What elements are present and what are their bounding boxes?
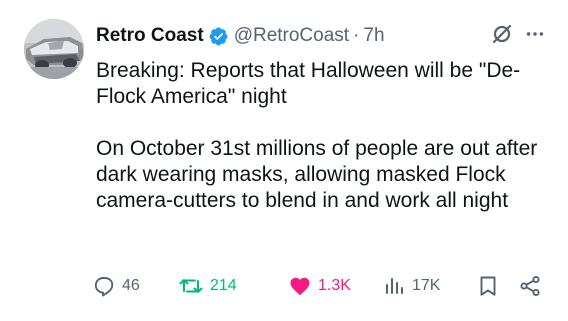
grok-icon[interactable] <box>490 22 514 46</box>
tweet-actions: 46 214 1.3K 17K <box>92 269 548 303</box>
more-icon[interactable] <box>524 23 546 45</box>
share-icon <box>518 274 542 298</box>
separator-dot: · <box>353 25 360 46</box>
views-button[interactable]: 17K <box>382 274 440 298</box>
like-button[interactable]: 1.3K <box>288 274 351 298</box>
tweet-text: Breaking: Reports that Halloween will be… <box>96 58 546 214</box>
share-button[interactable] <box>518 274 542 298</box>
retweet-count: 214 <box>210 277 237 294</box>
tweet: Retro Coast @RetroCoast · 7h Breaking: R… <box>0 0 568 321</box>
tweet-time[interactable]: 7h <box>363 25 384 47</box>
heart-icon <box>288 274 312 298</box>
reply-button[interactable]: 46 <box>92 274 140 298</box>
bookmark-icon <box>476 274 500 298</box>
tweet-header: Retro Coast @RetroCoast · 7h <box>96 23 385 49</box>
retweet-button[interactable]: 214 <box>178 274 237 298</box>
author-handle[interactable]: @RetroCoast <box>234 25 349 47</box>
verified-badge-icon <box>208 26 229 47</box>
views-count: 17K <box>412 277 441 294</box>
like-count: 1.3K <box>318 277 351 294</box>
reply-count: 46 <box>122 277 140 294</box>
header-icons <box>490 22 546 46</box>
car-avatar-image <box>24 19 84 79</box>
author-display-name[interactable]: Retro Coast <box>96 25 204 47</box>
views-icon <box>382 274 406 298</box>
author-avatar[interactable] <box>24 19 84 79</box>
reply-icon <box>92 274 116 298</box>
tweet-paragraph-2: On October 31st millions of people are o… <box>96 137 538 212</box>
tweet-paragraph-1: Breaking: Reports that Halloween will be… <box>96 59 521 108</box>
bookmark-button[interactable] <box>476 274 500 298</box>
retweet-icon <box>178 274 204 298</box>
